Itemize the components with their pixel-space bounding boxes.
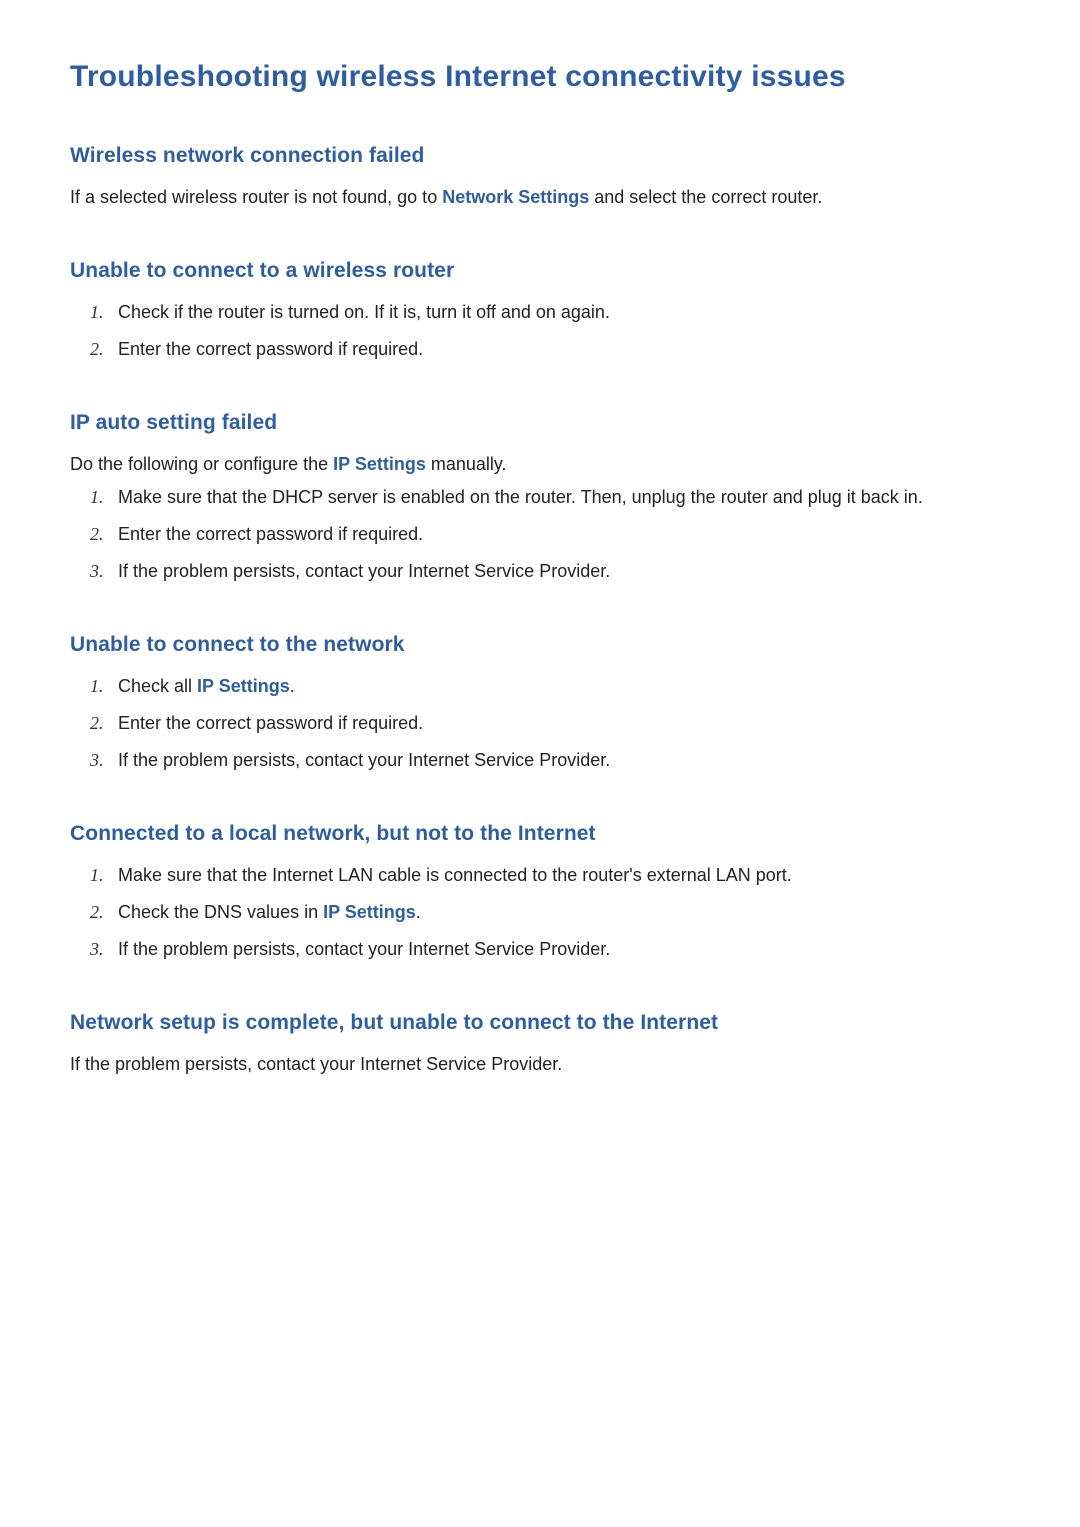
step-text: If the problem persists, contact your In…	[118, 561, 610, 581]
step-number: 2.	[90, 521, 104, 548]
step-number: 3.	[90, 936, 104, 963]
section-heading-wireless-failed: Wireless network connection failed	[70, 144, 1010, 168]
list-item: 1. Check all IP Settings.	[90, 673, 1010, 700]
steps-list: 1. Make sure that the DHCP server is ena…	[70, 484, 1010, 585]
step-number: 2.	[90, 710, 104, 737]
ip-settings-term: IP Settings	[333, 454, 426, 474]
step-number: 2.	[90, 336, 104, 363]
step-text: If the problem persists, contact your In…	[118, 939, 610, 959]
text-fragment: If a selected wireless router is not fou…	[70, 187, 442, 207]
text-fragment: and select the correct router.	[589, 187, 822, 207]
text-fragment: manually.	[426, 454, 507, 474]
section-heading-ip-auto: IP auto setting failed	[70, 411, 1010, 435]
list-item: 1. Make sure that the DHCP server is ena…	[90, 484, 1010, 511]
step-text: Make sure that the Internet LAN cable is…	[118, 865, 792, 885]
list-item: 2. Enter the correct password if require…	[90, 710, 1010, 737]
list-item: 3. If the problem persists, contact your…	[90, 747, 1010, 774]
text-fragment: Do the following or configure the	[70, 454, 333, 474]
list-item: 2. Enter the correct password if require…	[90, 336, 1010, 363]
page-title: Troubleshooting wireless Internet connec…	[70, 60, 1010, 94]
ip-settings-term: IP Settings	[197, 676, 290, 696]
step-number: 1.	[90, 484, 104, 511]
step-number: 3.	[90, 747, 104, 774]
list-item: 1. Check if the router is turned on. If …	[90, 299, 1010, 326]
step-text: Check the DNS values in IP Settings.	[118, 902, 421, 922]
list-item: 3. If the problem persists, contact your…	[90, 558, 1010, 585]
section1-paragraph: If a selected wireless router is not fou…	[70, 184, 1010, 211]
list-item: 1. Make sure that the Internet LAN cable…	[90, 862, 1010, 889]
step-text: Check if the router is turned on. If it …	[118, 302, 610, 322]
ip-settings-term: IP Settings	[323, 902, 416, 922]
section-heading-local-not-internet: Connected to a local network, but not to…	[70, 822, 1010, 846]
step-text: If the problem persists, contact your In…	[118, 750, 610, 770]
section-heading-unable-network: Unable to connect to the network	[70, 633, 1010, 657]
step-number: 1.	[90, 862, 104, 889]
step-text: Enter the correct password if required.	[118, 524, 423, 544]
list-item: 2. Enter the correct password if require…	[90, 521, 1010, 548]
section-heading-setup-complete: Network setup is complete, but unable to…	[70, 1011, 1010, 1035]
step-number: 1.	[90, 299, 104, 326]
text-fragment: Check all	[118, 676, 197, 696]
steps-list: 1. Check all IP Settings. 2. Enter the c…	[70, 673, 1010, 774]
section6-paragraph: If the problem persists, contact your In…	[70, 1051, 1010, 1078]
section3-paragraph: Do the following or configure the IP Set…	[70, 451, 1010, 478]
section-heading-unable-router: Unable to connect to a wireless router	[70, 259, 1010, 283]
step-text: Check all IP Settings.	[118, 676, 295, 696]
step-number: 2.	[90, 899, 104, 926]
step-number: 1.	[90, 673, 104, 700]
step-number: 3.	[90, 558, 104, 585]
list-item: 3. If the problem persists, contact your…	[90, 936, 1010, 963]
text-fragment: .	[416, 902, 421, 922]
steps-list: 1. Make sure that the Internet LAN cable…	[70, 862, 1010, 963]
steps-list: 1. Check if the router is turned on. If …	[70, 299, 1010, 363]
network-settings-term: Network Settings	[442, 187, 589, 207]
list-item: 2. Check the DNS values in IP Settings.	[90, 899, 1010, 926]
text-fragment: Check the DNS values in	[118, 902, 323, 922]
text-fragment: .	[290, 676, 295, 696]
step-text: Make sure that the DHCP server is enable…	[118, 487, 923, 507]
step-text: Enter the correct password if required.	[118, 339, 423, 359]
step-text: Enter the correct password if required.	[118, 713, 423, 733]
